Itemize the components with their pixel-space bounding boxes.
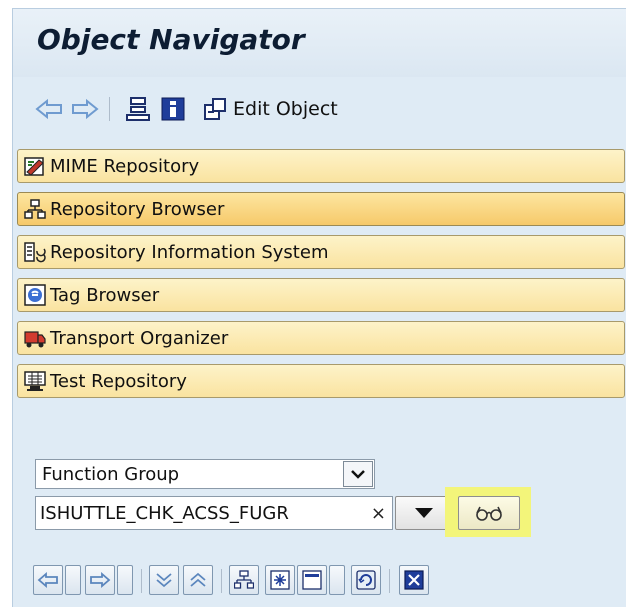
- back-arrow-icon: [37, 572, 58, 588]
- close-button[interactable]: [399, 565, 429, 595]
- forward-arrow-icon: [72, 98, 99, 120]
- bottom-toolbar-separator: [389, 569, 390, 593]
- repository-information-system-icon: [24, 242, 46, 263]
- navigator-list: MIME Repository Repository Browser Repos…: [17, 149, 625, 407]
- back-arrow-icon: [35, 98, 62, 120]
- clear-input-icon[interactable]: ×: [371, 503, 386, 524]
- next-object-button[interactable]: [85, 565, 115, 595]
- nav-item-repository-browser[interactable]: Repository Browser: [17, 192, 625, 226]
- refresh-icon: [356, 570, 376, 590]
- info-button[interactable]: [161, 95, 185, 123]
- object-type-value: Function Group: [42, 463, 180, 485]
- window-list-menu-button[interactable]: [329, 565, 345, 595]
- favorites-button[interactable]: [265, 565, 295, 595]
- title-bar: Object Navigator: [13, 9, 626, 77]
- refresh-button[interactable]: [351, 565, 381, 595]
- tag-browser-icon: [24, 284, 46, 306]
- window-list-button[interactable]: [297, 565, 327, 595]
- transport-organizer-icon: [24, 331, 46, 348]
- asterisk-icon: [270, 570, 290, 590]
- hierarchy-icon: [234, 570, 254, 589]
- hierarchy-button[interactable]: [125, 95, 151, 123]
- edit-object-label: Edit Object: [233, 98, 338, 120]
- edit-object-icon: [204, 98, 226, 120]
- previous-object-menu-button[interactable]: [65, 565, 81, 595]
- info-icon: [161, 97, 185, 121]
- object-type-select[interactable]: Function Group: [35, 459, 375, 489]
- edit-object-button[interactable]: Edit Object: [203, 95, 338, 123]
- expand-button[interactable]: [183, 565, 213, 595]
- nav-item-test-repository[interactable]: Test Repository: [17, 364, 625, 398]
- mime-repository-icon: [24, 157, 44, 176]
- nav-item-repository-information-system[interactable]: Repository Information System: [17, 235, 625, 269]
- display-object-button[interactable]: [458, 496, 520, 530]
- object-list-button[interactable]: [229, 565, 259, 595]
- double-chevron-up-icon: [190, 572, 206, 587]
- object-name-input[interactable]: ISHUTTLE_CHK_ACSS_FUGR ×: [35, 496, 393, 530]
- hierarchy-icon: [126, 97, 150, 121]
- window-title: Object Navigator: [37, 23, 305, 56]
- nav-item-transport-organizer[interactable]: Transport Organizer: [17, 321, 625, 355]
- forward-arrow-icon: [90, 572, 111, 588]
- back-arrow-button[interactable]: [35, 95, 63, 123]
- bottom-toolbar-separator: [141, 569, 142, 593]
- triangle-down-icon: [415, 508, 433, 518]
- toolbar: Edit Object: [13, 89, 626, 129]
- bottom-toolbar-separator: [221, 569, 222, 593]
- double-chevron-down-icon: [156, 573, 172, 588]
- forward-arrow-button[interactable]: [71, 95, 99, 123]
- object-navigator-window: Object Navigator Edit Object MIME Reposi…: [12, 8, 626, 607]
- object-name-value: ISHUTTLE_CHK_ACSS_FUGR: [40, 502, 289, 524]
- nav-item-tag-browser[interactable]: Tag Browser: [17, 278, 625, 312]
- window-icon: [302, 570, 322, 590]
- next-object-menu-button[interactable]: [117, 565, 133, 595]
- toolbar-separator: [109, 97, 110, 121]
- chevron-down-icon: [351, 470, 365, 479]
- nav-item-mime-repository[interactable]: MIME Repository: [17, 149, 625, 183]
- close-icon: [404, 570, 424, 590]
- object-type-dropdown-button[interactable]: [343, 461, 373, 487]
- test-repository-icon: [24, 371, 46, 391]
- repository-browser-icon: [24, 199, 46, 219]
- previous-object-button[interactable]: [33, 565, 63, 595]
- collapse-button[interactable]: [149, 565, 179, 595]
- glasses-icon: [476, 506, 502, 521]
